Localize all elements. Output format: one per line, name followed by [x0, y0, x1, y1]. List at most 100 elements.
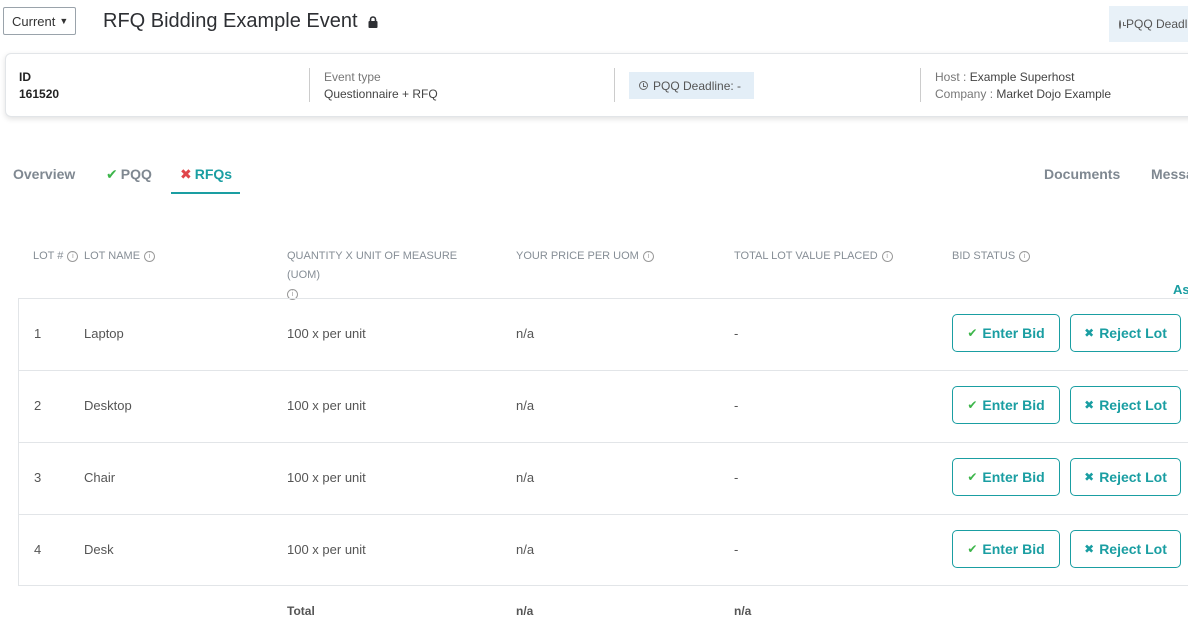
col-header-price-label: YOUR PRICE PER UOM [516, 250, 639, 262]
info-icon[interactable]: i [144, 250, 156, 262]
totals-value: n/a [734, 604, 752, 618]
host-label: Host : [935, 70, 967, 84]
host-value: Example Superhost [969, 70, 1075, 84]
cross-icon: ✖ [1084, 398, 1095, 412]
clock-icon [639, 81, 648, 90]
lot-total-value: - [734, 542, 739, 557]
check-icon: ✔ [967, 470, 978, 484]
lot-number: 4 [34, 542, 42, 557]
lot-name: Chair [84, 470, 116, 485]
col-header-lot-num-label: LOT # [33, 250, 64, 262]
lot-price: n/a [516, 398, 535, 413]
lot-number: 2 [34, 398, 42, 413]
cross-icon: ✖ [1084, 326, 1095, 340]
enter-bid-button[interactable]: ✔ Enter Bid [952, 386, 1060, 424]
lot-price: n/a [516, 326, 535, 341]
tab-rfqs-label: RFQs [194, 166, 233, 182]
event-type-value: Questionnaire + RFQ [324, 87, 438, 101]
lot-total-value: - [734, 398, 739, 413]
enter-bid-button[interactable]: ✔ Enter Bid [952, 458, 1060, 496]
tab-documents[interactable]: Documents [1044, 166, 1120, 182]
col-header-lot-name-label: LOT NAME [84, 250, 141, 262]
company-label: Company : [935, 87, 994, 101]
version-select[interactable]: Current ▼ [3, 7, 76, 35]
lot-name: Desktop [84, 398, 132, 413]
row-divider [18, 514, 1188, 515]
lot-quantity: 100 x per unit [287, 470, 366, 485]
check-icon: ✔ [967, 542, 978, 556]
col-header-bid-status[interactable]: BID STATUS i [952, 247, 1031, 266]
row-divider [18, 370, 1188, 371]
enter-bid-label: Enter Bid [982, 325, 1045, 341]
divider [920, 68, 921, 102]
col-header-lot-num[interactable]: LOT # i [33, 247, 79, 266]
pqq-deadline-button-label: PQQ Deadline [1126, 17, 1188, 31]
totals-label: Total [287, 604, 315, 618]
col-header-bid-status-label: BID STATUS [952, 250, 1016, 262]
col-header-price[interactable]: YOUR PRICE PER UOM i [516, 247, 654, 266]
col-header-quantity-label: QUANTITY X UNIT OF MEASURE (UOM) [287, 250, 458, 281]
info-icon[interactable]: i [881, 250, 893, 262]
enter-bid-label: Enter Bid [982, 469, 1045, 485]
info-icon[interactable]: i [67, 250, 79, 262]
company-info: Company : Market Dojo Example [935, 87, 1111, 101]
col-header-total-value-label: TOTAL LOT VALUE PLACED [734, 250, 878, 262]
lot-total-value: - [734, 470, 739, 485]
pqq-deadline-chip: PQQ Deadline: - [629, 72, 754, 99]
check-icon: ✔ [106, 166, 118, 182]
lot-quantity: 100 x per unit [287, 542, 366, 557]
reject-lot-label: Reject Lot [1099, 325, 1167, 341]
cross-icon: ✖ [1084, 470, 1095, 484]
reject-lot-label: Reject Lot [1099, 541, 1167, 557]
clock-icon [1119, 19, 1126, 29]
active-tab-indicator [171, 192, 240, 194]
reject-lot-label: Reject Lot [1099, 397, 1167, 413]
row-divider [18, 442, 1188, 443]
enter-bid-button[interactable]: ✔ Enter Bid [952, 314, 1060, 352]
lot-total-value: - [734, 326, 739, 341]
check-icon: ✔ [967, 326, 978, 340]
reject-lot-button[interactable]: ✖ Reject Lot [1070, 386, 1181, 424]
enter-bid-button[interactable]: ✔ Enter Bid [952, 530, 1060, 568]
tab-pqq-label: PQQ [120, 166, 152, 182]
id-value: 161520 [19, 87, 60, 101]
info-icon[interactable]: i [1019, 250, 1031, 262]
check-icon: ✔ [967, 398, 978, 412]
cross-icon: ✖ [1084, 542, 1095, 556]
enter-bid-label: Enter Bid [982, 541, 1045, 557]
caret-down-icon: ▼ [59, 16, 69, 26]
id-label: ID [19, 70, 31, 84]
lock-icon [368, 15, 378, 28]
tab-rfqs[interactable]: ✖ RFQs [180, 166, 232, 183]
cross-icon: ✖ [180, 166, 192, 182]
tab-overview[interactable]: Overview [13, 166, 75, 182]
reject-lot-button[interactable]: ✖ Reject Lot [1070, 530, 1181, 568]
lot-name: Desk [84, 542, 114, 557]
lot-name: Laptop [84, 326, 124, 341]
page-title: RFQ Bidding Example Event [103, 10, 378, 33]
tab-messages[interactable]: Messages [1151, 166, 1188, 182]
lot-price: n/a [516, 542, 535, 557]
col-header-quantity[interactable]: QUANTITY X UNIT OF MEASURE (UOM) i [287, 247, 492, 304]
host-info: Host : Example Superhost [935, 70, 1074, 84]
col-header-lot-name[interactable]: LOT NAME i [84, 247, 156, 266]
info-icon[interactable]: i [642, 250, 654, 262]
reject-lot-label: Reject Lot [1099, 469, 1167, 485]
company-value: Market Dojo Example [996, 87, 1112, 101]
reject-lot-button[interactable]: ✖ Reject Lot [1070, 314, 1181, 352]
tab-pqq[interactable]: ✔ PQQ [106, 166, 152, 183]
divider [309, 68, 310, 102]
lot-number: 3 [34, 470, 42, 485]
totals-price: n/a [516, 604, 534, 618]
assign-link[interactable]: Assign [1173, 282, 1188, 297]
reject-lot-button[interactable]: ✖ Reject Lot [1070, 458, 1181, 496]
col-header-total-value[interactable]: TOTAL LOT VALUE PLACED i [734, 247, 893, 266]
lot-number: 1 [34, 326, 42, 341]
event-type-label: Event type [324, 70, 381, 84]
event-title-text: RFQ Bidding Example Event [103, 10, 358, 32]
lot-quantity: 100 x per unit [287, 398, 366, 413]
divider [614, 68, 615, 102]
pqq-deadline-button[interactable]: PQQ Deadline [1109, 6, 1188, 42]
event-info-card [5, 53, 1188, 117]
lot-price: n/a [516, 470, 535, 485]
